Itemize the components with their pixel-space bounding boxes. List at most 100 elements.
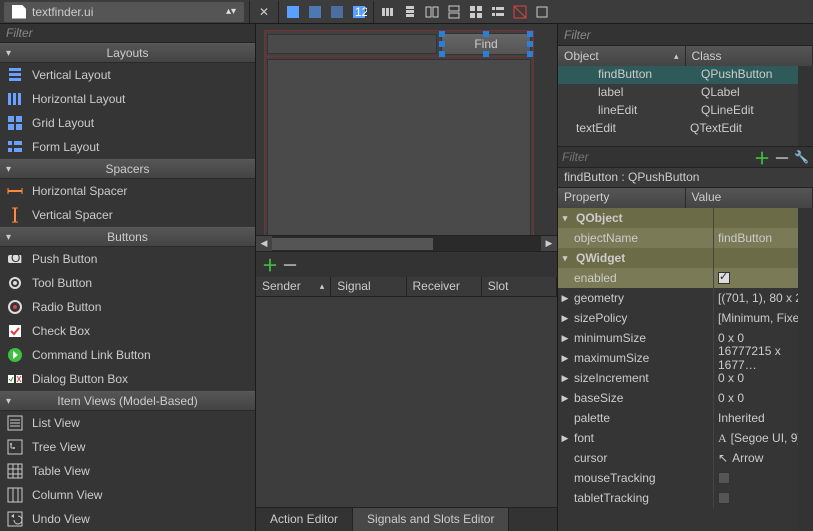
- property-group[interactable]: ▾QObject: [558, 208, 813, 228]
- checkbox-icon[interactable]: [718, 492, 730, 504]
- design-canvas[interactable]: Find: [256, 24, 557, 235]
- widget-item[interactable]: Vertical Layout: [0, 63, 255, 87]
- widget-item[interactable]: Tree View: [0, 435, 255, 459]
- widget-section-header[interactable]: ▾Layouts: [0, 43, 255, 63]
- line-edit-widget[interactable]: [267, 34, 437, 54]
- tab-signals-editor[interactable]: Signals and Slots Editor: [353, 508, 509, 531]
- inspector-panel: Filter Object▴ Class findButtonQPushButt…: [557, 24, 813, 531]
- object-row[interactable]: findButtonQPushButton: [558, 66, 798, 84]
- widget-item[interactable]: Column View: [0, 483, 255, 507]
- widget-item[interactable]: Horizontal Spacer: [0, 179, 255, 203]
- mode-buddy-button[interactable]: [326, 1, 348, 23]
- signals-list[interactable]: [256, 297, 557, 508]
- widget-label: Vertical Spacer: [32, 208, 113, 222]
- property-row[interactable]: ▶geometry[(701, 1), 80 x 24]: [558, 288, 813, 308]
- mode-widget-button[interactable]: [282, 1, 304, 23]
- layout-vsplit-button[interactable]: [443, 1, 465, 23]
- remove-signal-button[interactable]: －: [282, 252, 298, 276]
- layout-hsplit-button[interactable]: [421, 1, 443, 23]
- checkbox-icon[interactable]: [718, 272, 730, 284]
- object-tree-header[interactable]: Object▴ Class: [558, 46, 813, 66]
- widget-icon: [6, 510, 24, 528]
- widget-icon: [6, 370, 24, 388]
- widget-item[interactable]: Horizontal Layout: [0, 87, 255, 111]
- mode-tab-button[interactable]: 12: [348, 1, 370, 23]
- property-group[interactable]: ▾QWidget: [558, 248, 813, 268]
- widget-icon: [6, 486, 24, 504]
- property-row[interactable]: ▶sizePolicy[Minimum, Fixe…: [558, 308, 813, 328]
- widget-item[interactable]: Grid Layout: [0, 111, 255, 135]
- property-row[interactable]: ▶maximumSize16777215 x 1677…: [558, 348, 813, 368]
- widget-label: Check Box: [32, 324, 90, 338]
- property-row[interactable]: ▶baseSize0 x 0: [558, 388, 813, 408]
- widget-label: List View: [32, 416, 80, 430]
- widget-item[interactable]: Radio Button: [0, 295, 255, 319]
- property-row[interactable]: objectNamefindButton: [558, 228, 813, 248]
- adjust-size-button[interactable]: [531, 1, 553, 23]
- break-layout-button[interactable]: [509, 1, 531, 23]
- object-tree[interactable]: findButtonQPushButtonlabelQLabellineEdit…: [558, 66, 798, 146]
- property-filter-input[interactable]: [562, 150, 750, 164]
- bottom-tabbar: Action Editor Signals and Slots Editor: [256, 507, 557, 531]
- add-signal-button[interactable]: ＋: [262, 252, 278, 276]
- property-row[interactable]: cursor↖ Arrow: [558, 448, 813, 468]
- file-selector[interactable]: textfinder.ui ▴▾: [4, 2, 244, 22]
- widget-icon: [6, 346, 24, 364]
- layout-form-button[interactable]: [487, 1, 509, 23]
- mode-signals-button[interactable]: [304, 1, 326, 23]
- object-breadcrumb: findButton : QPushButton: [558, 168, 813, 188]
- widget-icon: [6, 274, 24, 292]
- widget-item[interactable]: Command Link Button: [0, 343, 255, 367]
- widget-section-header[interactable]: ▾Spacers: [0, 159, 255, 179]
- widget-item[interactable]: Dialog Button Box: [0, 367, 255, 391]
- property-row[interactable]: enabled: [558, 268, 813, 288]
- text-edit-widget[interactable]: [267, 59, 531, 235]
- widget-section-header[interactable]: ▾Item Views (Model-Based): [0, 391, 255, 411]
- widget-section-header[interactable]: ▾Buttons: [0, 227, 255, 247]
- object-row[interactable]: lineEditQLineEdit: [558, 102, 798, 120]
- property-row[interactable]: ▶sizeIncrement0 x 0: [558, 368, 813, 388]
- layout-grid-button[interactable]: [465, 1, 487, 23]
- widget-label: Horizontal Spacer: [32, 184, 127, 198]
- collapse-icon: ▾: [6, 232, 11, 243]
- layout-horiz-button[interactable]: [377, 1, 399, 23]
- collapse-icon: ▾: [6, 164, 11, 175]
- property-scrollbar[interactable]: [798, 208, 813, 531]
- property-row[interactable]: paletteInherited: [558, 408, 813, 428]
- object-row[interactable]: textEditQTextEdit: [558, 120, 798, 138]
- settings-icon[interactable]: 🔧: [794, 150, 809, 164]
- property-row[interactable]: tabletTracking: [558, 488, 813, 508]
- tab-action-editor[interactable]: Action Editor: [256, 508, 353, 531]
- widget-icon: [6, 138, 24, 156]
- property-row[interactable]: mouseTracking: [558, 468, 813, 488]
- canvas-hscrollbar[interactable]: ◀▶: [256, 235, 557, 251]
- layout-vert-button[interactable]: [399, 1, 421, 23]
- object-row[interactable]: labelQLabel: [558, 84, 798, 102]
- widget-item[interactable]: List View: [0, 411, 255, 435]
- checkbox-icon[interactable]: [718, 472, 730, 484]
- widget-icon: [6, 90, 24, 108]
- widget-label: Tree View: [32, 440, 85, 454]
- add-dynamic-prop-button[interactable]: ＋: [754, 145, 770, 169]
- form-widget[interactable]: Find: [264, 30, 534, 235]
- property-header[interactable]: PropertyValue: [558, 188, 813, 208]
- widget-item[interactable]: Undo View: [0, 507, 255, 531]
- property-tree[interactable]: ▾QObjectobjectNamefindButton▾QWidgetenab…: [558, 208, 813, 508]
- find-button-widget[interactable]: Find: [441, 33, 531, 55]
- widget-label: Command Link Button: [32, 348, 151, 362]
- widget-filter-input[interactable]: Filter: [0, 24, 255, 43]
- widget-item[interactable]: Table View: [0, 459, 255, 483]
- object-tree-scrollbar[interactable]: [798, 66, 813, 146]
- widget-item[interactable]: Form Layout: [0, 135, 255, 159]
- svg-text:12: 12: [355, 5, 367, 19]
- widget-item[interactable]: OKPush Button: [0, 247, 255, 271]
- property-row[interactable]: ▶fontA [Segoe UI, 9]: [558, 428, 813, 448]
- object-filter-input[interactable]: Filter: [558, 24, 813, 46]
- file-name: textfinder.ui: [32, 5, 93, 19]
- widget-item[interactable]: Check Box: [0, 319, 255, 343]
- widget-item[interactable]: Vertical Spacer: [0, 203, 255, 227]
- close-file-button[interactable]: ✕: [253, 1, 275, 23]
- widget-item[interactable]: Tool Button: [0, 271, 255, 295]
- widget-icon: [6, 206, 24, 224]
- remove-dynamic-prop-button[interactable]: －: [774, 145, 790, 169]
